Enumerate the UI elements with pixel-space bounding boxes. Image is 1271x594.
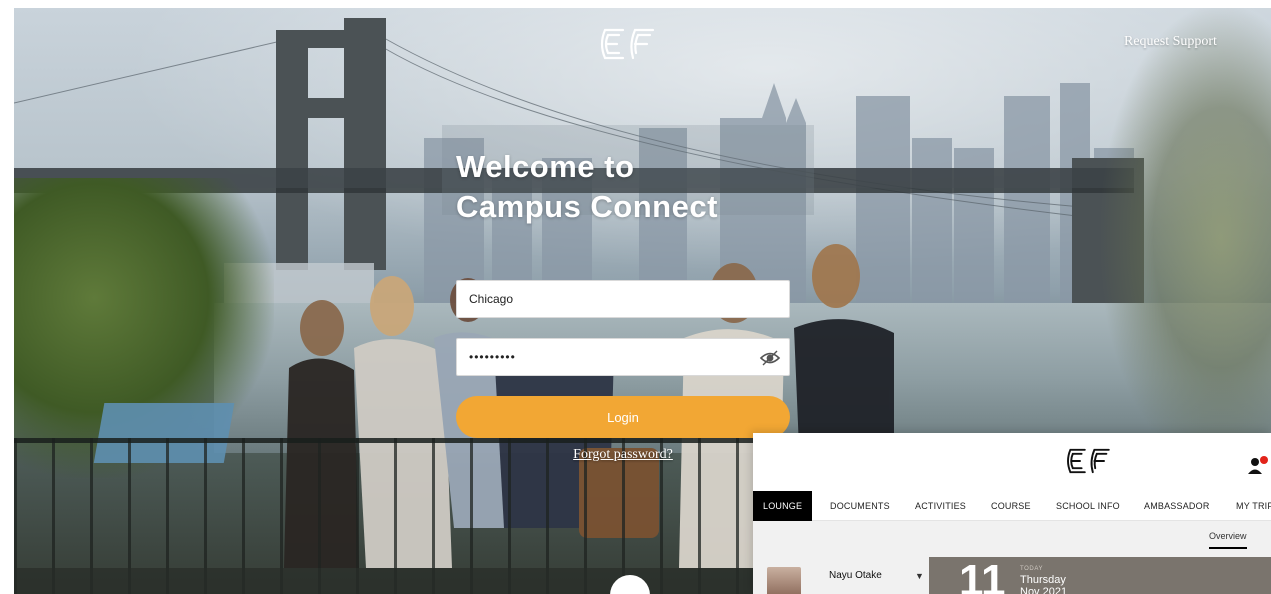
date-month-year: Nov 2021	[1020, 586, 1068, 594]
request-support-link[interactable]: Request Support	[1124, 34, 1217, 50]
forgot-password-link[interactable]: Forgot password?	[456, 447, 790, 463]
tab-documents[interactable]: DOCUMENTS	[830, 491, 890, 521]
date-day-number: 11	[959, 556, 1006, 594]
user-notification-icon[interactable]	[1247, 455, 1271, 475]
date-card: 11 TODAY Thursday Nov 2021	[929, 557, 1271, 594]
user-name: Nayu Otake	[829, 570, 882, 581]
tab-lounge[interactable]: LOUNGE	[753, 491, 813, 521]
welcome-line-2: Campus Connect	[456, 189, 718, 224]
tab-overview[interactable]: Overview	[1209, 531, 1247, 549]
username-input[interactable]	[457, 281, 789, 317]
login-button[interactable]: Login	[456, 396, 790, 438]
avatar[interactable]	[767, 567, 801, 594]
tab-activities[interactable]: ACTIVITIES	[915, 491, 966, 521]
chevron-down-icon[interactable]: ▼	[915, 571, 924, 581]
password-input[interactable]	[457, 339, 789, 375]
welcome-line-1: Welcome to	[456, 149, 635, 184]
tab-course[interactable]: COURSE	[991, 491, 1031, 521]
app-header	[753, 433, 1271, 491]
ef-logo-icon[interactable]	[595, 24, 659, 64]
tab-my-trip[interactable]: MY TRIP	[1236, 491, 1271, 521]
ef-logo-icon[interactable]	[1062, 445, 1114, 477]
app-preview-screenshot: LOUNGE DOCUMENTS ACTIVITIES COURSE SCHOO…	[753, 433, 1271, 594]
welcome-heading: Welcome to Campus Connect	[456, 147, 816, 227]
password-field[interactable]	[456, 338, 790, 376]
sub-tab-bar: Overview	[753, 521, 1271, 557]
tab-ambassador[interactable]: AMBASSADOR	[1144, 491, 1210, 521]
app-nav-tabs: LOUNGE DOCUMENTS ACTIVITIES COURSE SCHOO…	[753, 491, 1271, 521]
date-today-label: TODAY	[1020, 566, 1044, 572]
ground	[14, 568, 774, 594]
date-weekday: Thursday	[1020, 574, 1066, 586]
eye-icon[interactable]	[759, 348, 781, 368]
tab-school-info[interactable]: SCHOOL INFO	[1056, 491, 1120, 521]
username-field[interactable]	[456, 280, 790, 318]
